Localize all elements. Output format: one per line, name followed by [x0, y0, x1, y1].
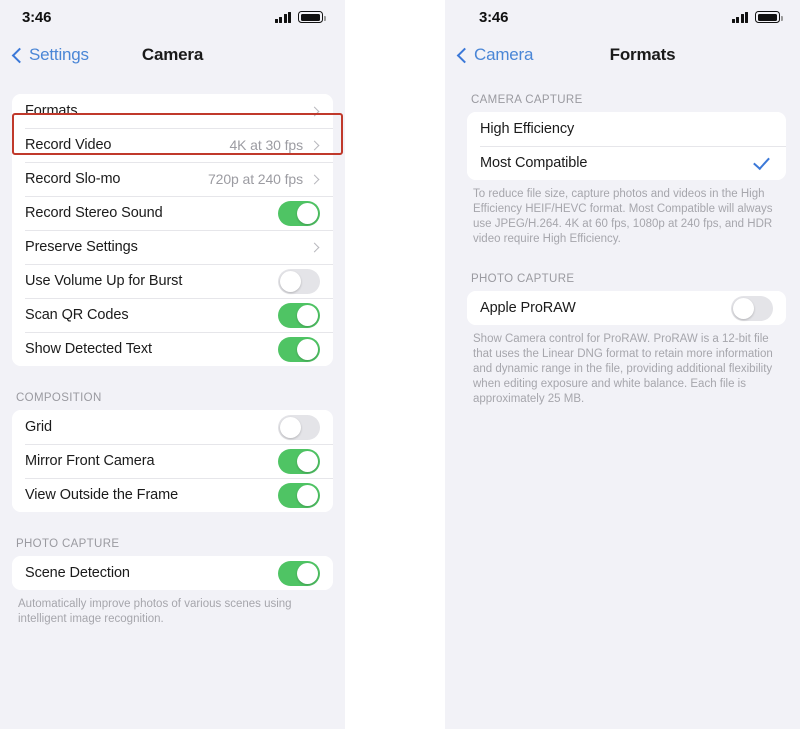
row-view-outside-the-frame[interactable]: View Outside the Frame	[12, 478, 333, 512]
row-accessory: 4K at 30 fps	[229, 137, 320, 153]
chevron-right-icon	[309, 174, 320, 184]
row-preserve-settings[interactable]: Preserve Settings	[12, 230, 333, 264]
left-phone-screen: 3:46 Settings Camera Formats Record Vide…	[0, 0, 345, 729]
format-options-group: High Efficiency Most Compatible	[467, 112, 786, 180]
status-bar-right: 3:46	[445, 0, 800, 34]
row-label: Use Volume Up for Burst	[25, 273, 183, 289]
settings-group-composition: Grid Mirror Front Camera View Outside th…	[12, 410, 333, 512]
toggle-knob	[297, 338, 318, 360]
status-bar-left: 3:46	[0, 0, 345, 34]
toggle-show-detected-text[interactable]	[278, 336, 320, 362]
section-header-photo-capture: PHOTO CAPTURE	[16, 538, 120, 550]
toggle-scan-qr-codes[interactable]	[278, 302, 320, 328]
row-label: Show Detected Text	[25, 341, 152, 357]
row-record-video[interactable]: Record Video 4K at 30 fps	[12, 128, 333, 162]
row-label: Mirror Front Camera	[25, 453, 155, 469]
status-clock: 3:46	[479, 8, 509, 26]
row-label: Scan QR Codes	[25, 307, 129, 323]
settings-group-photo-capture: Scene Detection	[12, 556, 333, 590]
status-indicators	[731, 11, 783, 23]
row-label: Grid	[25, 419, 52, 435]
row-use-volume-up-for-burst[interactable]: Use Volume Up for Burst	[12, 264, 333, 298]
row-label: Record Slo-mo	[25, 171, 121, 187]
toggle-grid[interactable]	[278, 414, 320, 440]
row-formats[interactable]: Formats	[12, 94, 333, 128]
toggle-scene-detection[interactable]	[278, 560, 320, 586]
row-label: Most Compatible	[480, 155, 588, 171]
section-footer-scene-detection: Automatically improve photos of various …	[18, 598, 292, 625]
row-grid[interactable]: Grid	[12, 410, 333, 444]
toggle-knob	[280, 416, 301, 438]
chevron-right-icon	[309, 242, 320, 252]
row-record-slo-mo[interactable]: Record Slo-mo 720p at 240 fps	[12, 162, 333, 196]
row-label: View Outside the Frame	[25, 487, 179, 503]
row-apple-proraw[interactable]: Apple ProRAW	[467, 291, 786, 325]
toggle-use-volume-up-for-burst[interactable]	[278, 268, 320, 294]
toggle-knob	[280, 270, 301, 292]
back-button-camera[interactable]: Camera	[445, 45, 533, 65]
panel-divider	[345, 0, 445, 729]
toggle-knob	[297, 562, 318, 584]
back-button-label: Camera	[474, 45, 534, 64]
section-header-composition: COMPOSITION	[16, 392, 102, 404]
toggle-knob	[297, 450, 318, 472]
status-clock: 3:46	[22, 8, 52, 26]
row-accessory	[309, 106, 320, 116]
chevron-right-icon	[309, 140, 320, 150]
section-footer-camera-capture: To reduce file size, capture photos and …	[473, 188, 773, 245]
toggle-knob	[297, 202, 318, 224]
toggle-view-outside-the-frame[interactable]	[278, 482, 320, 508]
toggle-mirror-front-camera[interactable]	[278, 448, 320, 474]
toggle-apple-proraw[interactable]	[731, 295, 773, 321]
nav-bar-right: Camera Formats	[445, 34, 800, 76]
right-phone-screen: 3:46 Camera Formats CAMERA CAPTURE High …	[445, 0, 800, 729]
checkmark-icon	[753, 152, 770, 171]
row-label: Record Stereo Sound	[25, 205, 163, 221]
section-footer-proraw: Show Camera control for ProRAW. ProRAW i…	[473, 333, 773, 405]
row-high-efficiency[interactable]: High Efficiency	[467, 112, 786, 146]
row-label: High Efficiency	[480, 121, 575, 137]
toggle-record-stereo-sound[interactable]	[278, 200, 320, 226]
section-header-camera-capture: CAMERA CAPTURE	[471, 94, 583, 106]
row-show-detected-text[interactable]: Show Detected Text	[12, 332, 333, 366]
dual-screenshot-comparison: 3:46 Settings Camera Formats Record Vide…	[0, 0, 800, 729]
row-accessory: 720p at 240 fps	[208, 171, 320, 187]
row-label: Record Video	[25, 137, 112, 153]
nav-bar-left: Settings Camera	[0, 34, 345, 76]
row-scene-detection[interactable]: Scene Detection	[12, 556, 333, 590]
row-accessory	[309, 242, 320, 252]
toggle-knob	[297, 484, 318, 506]
row-record-stereo-sound[interactable]: Record Stereo Sound	[12, 196, 333, 230]
row-label: Formats	[25, 103, 78, 119]
chevron-left-icon	[456, 47, 473, 63]
chevron-right-icon	[309, 106, 320, 116]
row-value: 720p at 240 fps	[207, 171, 303, 187]
row-most-compatible[interactable]: Most Compatible	[467, 146, 786, 180]
battery-icon	[755, 11, 783, 23]
row-value: 4K at 30 fps	[229, 137, 303, 153]
row-label: Scene Detection	[25, 565, 130, 581]
signal-bars-icon	[731, 11, 748, 23]
row-scan-qr-codes[interactable]: Scan QR Codes	[12, 298, 333, 332]
back-button-settings[interactable]: Settings	[0, 45, 89, 65]
chevron-left-icon	[11, 47, 28, 63]
status-indicators	[274, 11, 326, 23]
proraw-group: Apple ProRAW	[467, 291, 786, 325]
settings-group-main: Formats Record Video 4K at 30 fps Record…	[12, 94, 333, 366]
battery-icon	[298, 11, 326, 23]
toggle-knob	[297, 304, 318, 326]
back-button-label: Settings	[29, 45, 89, 64]
row-label: Preserve Settings	[25, 239, 138, 255]
signal-bars-icon	[274, 11, 291, 23]
row-label: Apple ProRAW	[480, 300, 576, 316]
row-mirror-front-camera[interactable]: Mirror Front Camera	[12, 444, 333, 478]
toggle-knob	[733, 297, 754, 319]
section-header-photo-capture: PHOTO CAPTURE	[471, 273, 575, 285]
